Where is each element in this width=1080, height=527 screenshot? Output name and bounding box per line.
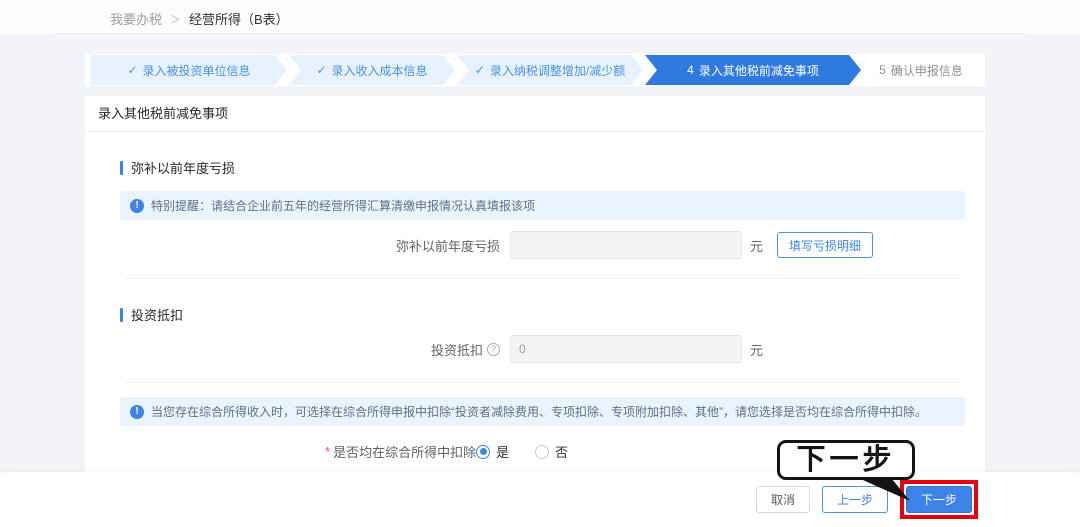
info-icon: ! [130, 199, 144, 213]
section-divider [124, 278, 961, 279]
breadcrumb-root[interactable]: 我要办税 [110, 9, 162, 28]
main-panel: 录入其他税前减免事项 弥补以前年度亏损 ! 特别提醒：请结合企业前五年的经营所得… [85, 96, 985, 472]
section-title-loss-carryover: 弥补以前年度亏损 [120, 158, 965, 177]
step-label: 录入纳税调整增加/减少额 [490, 62, 625, 79]
step-label: 录入其他税前减免事项 [699, 62, 819, 79]
next-step-button[interactable]: 下一步 [906, 486, 972, 513]
notice-banner-loss: ! 特别提醒：请结合企业前五年的经营所得汇算清缴申报情况认真填报该项 [120, 191, 965, 220]
step-label: 确认申报信息 [891, 62, 963, 79]
loss-carryover-input[interactable] [510, 231, 742, 259]
notice-banner-comprehensive-income: ! 当您存在综合所得收入时，可选择在综合所得申报中扣除“投资者减除费用、专项扣除… [120, 397, 965, 426]
top-bar: 我要办税 ＞ 经营所得（B表） [0, 0, 1080, 34]
check-icon: ✓ [475, 63, 485, 77]
notice-text: 当您存在综合所得收入时，可选择在综合所得申报中扣除“投资者减除费用、专项扣除、专… [151, 403, 927, 420]
info-icon: ! [130, 405, 144, 419]
radio-group-label: 是否均在综合所得中扣除 [333, 442, 476, 461]
step-4-pretax-deductions[interactable]: 4 录入其他税前减免事项 [645, 55, 861, 85]
radio-selected-icon[interactable] [476, 445, 490, 459]
section-divider [124, 382, 961, 383]
step-label: 录入被投资单位信息 [143, 62, 251, 79]
footer-bar: 取消 上一步 下一步 [0, 472, 1080, 527]
step-label: 录入收入成本信息 [332, 62, 428, 79]
radio-unselected-icon[interactable] [535, 445, 549, 459]
unit-label: 元 [750, 236, 763, 255]
help-icon[interactable]: ? [487, 343, 500, 356]
radio-option-yes[interactable]: 是 [476, 442, 509, 461]
field-label: 投资抵扣 ? [120, 340, 510, 359]
step-3-tax-adjustment[interactable]: ✓ 录入纳税调整增加/减少额 [457, 55, 643, 85]
required-mark: * [325, 444, 330, 459]
notice-text: 特别提醒：请结合企业前五年的经营所得汇算清缴申报情况认真填报该项 [151, 197, 535, 214]
field-row-investment-deduction: 投资抵扣 ? 元 [120, 334, 965, 364]
fill-loss-detail-button[interactable]: 填写亏损明细 [777, 232, 873, 258]
check-icon: ✓ [316, 63, 326, 77]
section-accent-bar [120, 308, 123, 322]
step-5-confirm[interactable]: 5 确认申报信息 [863, 55, 979, 85]
callout-text: 下一步 [796, 446, 895, 475]
radio-option-no[interactable]: 否 [535, 442, 568, 461]
step-2-income-cost[interactable]: ✓ 录入收入成本信息 [289, 55, 455, 85]
unit-label: 元 [750, 340, 763, 359]
step-wizard: ✓ 录入被投资单位信息 ✓ 录入收入成本信息 ✓ 录入纳税调整增加/减少额 4 … [85, 54, 985, 86]
step-number: 4 [687, 63, 694, 77]
step-1-investee-info[interactable]: ✓ 录入被投资单位信息 [91, 55, 287, 85]
section-title-investment-deduction: 投资抵扣 [120, 305, 965, 324]
content-area: ✓ 录入被投资单位信息 ✓ 录入收入成本信息 ✓ 录入纳税调整增加/减少额 4 … [0, 34, 1080, 472]
section-accent-bar [120, 161, 123, 175]
field-label: 弥补以前年度亏损 [120, 236, 510, 255]
investment-deduction-input[interactable] [510, 335, 742, 363]
next-step-callout: 下一步 [777, 440, 915, 480]
cancel-button[interactable]: 取消 [756, 486, 810, 513]
breadcrumb: 我要办税 ＞ 经营所得（B表） [110, 9, 289, 28]
step-number: 5 [879, 63, 886, 77]
check-icon: ✓ [127, 63, 137, 77]
panel-title: 录入其他税前减免事项 [85, 96, 985, 132]
breadcrumb-current: 经营所得（B表） [189, 9, 289, 28]
field-row-loss-carryover: 弥补以前年度亏损 元 填写亏损明细 [120, 230, 965, 260]
breadcrumb-separator-icon: ＞ [170, 11, 181, 27]
callout-tail-pointer [852, 477, 914, 503]
